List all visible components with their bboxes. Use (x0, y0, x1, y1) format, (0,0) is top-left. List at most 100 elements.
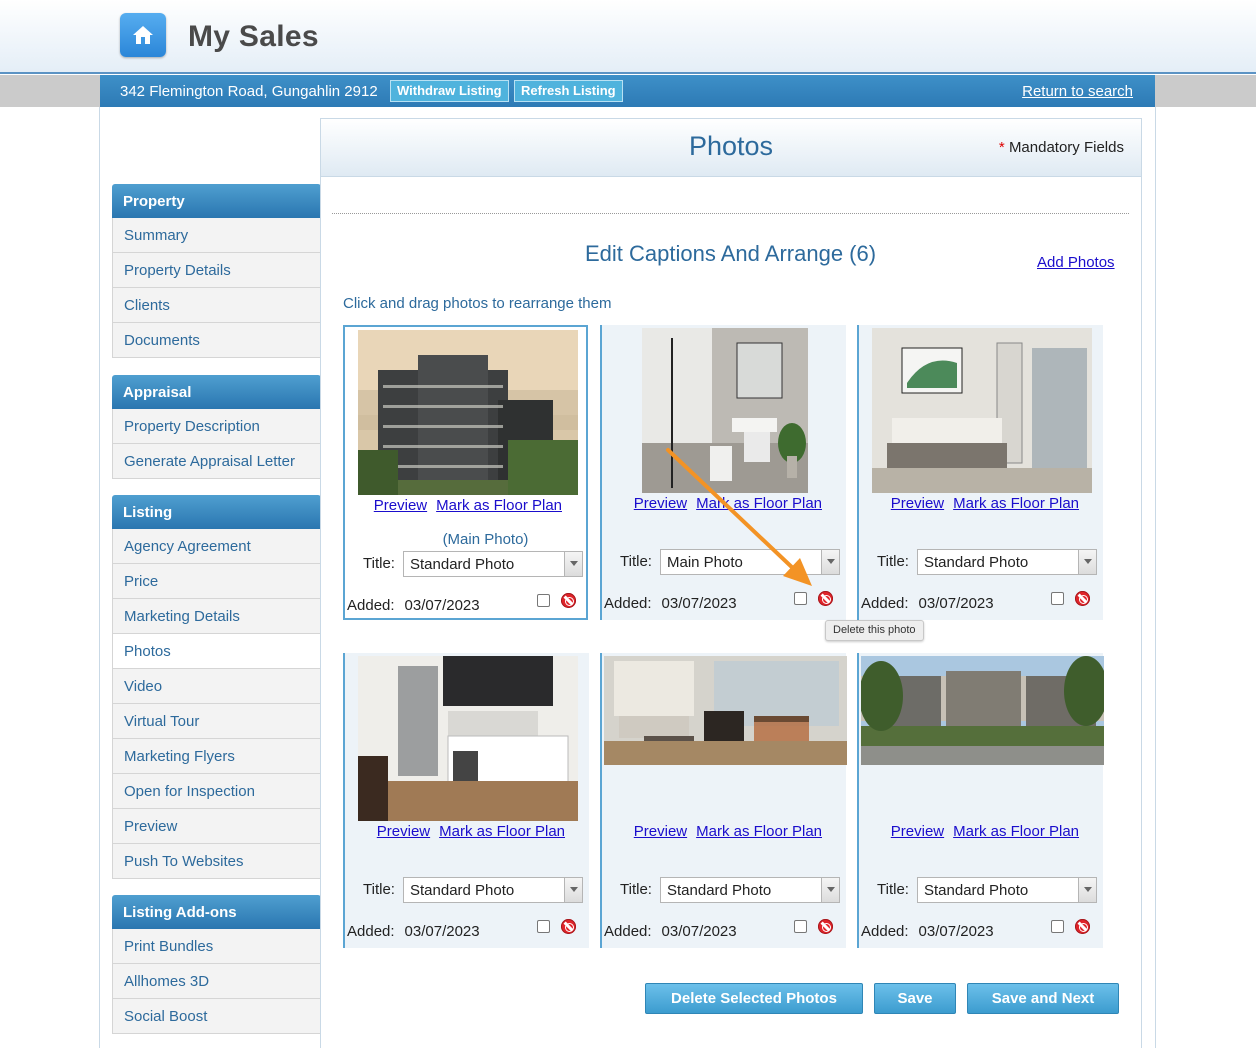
delete-photo-icon[interactable] (1075, 919, 1090, 934)
sidebar-item-social-boost[interactable]: Social Boost (112, 999, 321, 1034)
photo-title-select[interactable]: Standard Photo (660, 877, 840, 903)
added-date-value: 03/07/2023 (661, 923, 737, 940)
photo-thumbnail[interactable] (604, 656, 847, 765)
delete-photo-icon[interactable] (818, 919, 833, 934)
sidebar-item-summary[interactable]: Summary (112, 218, 321, 253)
delete-photo-icon[interactable] (818, 591, 833, 606)
photo-title-value: Standard Photo (410, 882, 515, 899)
sidebar-item-clients[interactable]: Clients (112, 288, 321, 323)
photo-title-select[interactable]: Main Photo (660, 549, 840, 575)
select-photo-checkbox[interactable] (1051, 920, 1064, 933)
sidebar-item-open-for-inspection[interactable]: Open for Inspection (112, 774, 321, 809)
sidebar-item-property-details[interactable]: Property Details (112, 253, 321, 288)
mark-floor-plan-link[interactable]: Mark as Floor Plan (953, 823, 1079, 840)
added-label: Added: (604, 595, 652, 612)
photo-title-label: Title: (620, 553, 652, 570)
sidebar-item-property-description[interactable]: Property Description (112, 409, 321, 444)
chevron-down-icon[interactable] (564, 552, 582, 576)
chevron-down-icon[interactable] (821, 550, 839, 574)
photo-title-select[interactable]: Standard Photo (917, 549, 1097, 575)
sidebar-section-title: Appraisal (112, 375, 321, 409)
photo-title-label: Title: (877, 881, 909, 898)
select-photo-checkbox[interactable] (1051, 592, 1064, 605)
select-photo-checkbox[interactable] (537, 920, 550, 933)
select-photo-checkbox[interactable] (794, 920, 807, 933)
drag-instructions: Click and drag photos to rearrange them (343, 295, 612, 312)
sidebar-item-photos[interactable]: Photos (112, 634, 321, 669)
photo-card[interactable]: Preview Mark as Floor Plan (Main Photo) Tit… (343, 325, 588, 620)
sidebar-section-title: Listing (112, 495, 321, 529)
photo-card[interactable]: Preview Mark as Floor Plan Title: Main Phot… (600, 325, 846, 620)
photo-thumbnail[interactable] (642, 328, 808, 493)
mark-floor-plan-link[interactable]: Mark as Floor Plan (953, 495, 1079, 512)
sidebar-item-marketing-details[interactable]: Marketing Details (112, 599, 321, 634)
added-label: Added: (604, 923, 652, 940)
home-icon[interactable] (120, 13, 166, 57)
sidebar-item-marketing-flyers[interactable]: Marketing Flyers (112, 739, 321, 774)
listing-address: 342 Flemington Road, Gungahlin 2912 (120, 83, 378, 100)
save-button[interactable]: Save (874, 983, 956, 1014)
photo-added-date: Added: 03/07/2023 (347, 597, 480, 614)
preview-link[interactable]: Preview (891, 495, 944, 512)
select-photo-checkbox[interactable] (794, 592, 807, 605)
photo-added-date: Added: 03/07/2023 (347, 923, 480, 940)
save-and-next-button[interactable]: Save and Next (967, 983, 1119, 1014)
photo-title-select[interactable]: Standard Photo (403, 551, 583, 577)
photo-thumbnail[interactable] (859, 656, 1108, 765)
chevron-down-icon[interactable] (1078, 550, 1096, 574)
sidebar-section: Appraisal Property Description Generate Ap… (112, 375, 321, 479)
photo-thumbnail[interactable] (358, 330, 578, 495)
added-label: Added: (347, 923, 395, 940)
delete-photo-icon[interactable] (561, 593, 576, 608)
photo-title-value: Standard Photo (667, 882, 772, 899)
photo-card[interactable]: Preview Mark as Floor Plan Title: Standard … (343, 653, 589, 948)
app-title: My Sales (188, 20, 319, 53)
chevron-down-icon[interactable] (821, 878, 839, 902)
return-to-search-link[interactable]: Return to search (1022, 83, 1133, 100)
added-date-value: 03/07/2023 (404, 923, 480, 940)
sidebar-item-video[interactable]: Video (112, 669, 321, 704)
sidebar-section: Property Summary Property Details Clients Do… (112, 184, 321, 358)
delete-selected-photos-button[interactable]: Delete Selected Photos (645, 983, 863, 1014)
photo-title-label: Title: (363, 555, 395, 572)
photo-title-select[interactable]: Standard Photo (917, 877, 1097, 903)
select-photo-checkbox[interactable] (537, 594, 550, 607)
photo-thumbnail[interactable] (358, 656, 578, 821)
added-label: Added: (861, 595, 909, 612)
refresh-listing-button[interactable]: Refresh Listing (514, 80, 623, 102)
preview-link[interactable]: Preview (374, 497, 427, 514)
chevron-down-icon[interactable] (1078, 878, 1096, 902)
sidebar-item-allhomes-3d[interactable]: Allhomes 3D (112, 964, 321, 999)
delete-photo-tooltip: Delete this photo (825, 620, 924, 641)
photo-card[interactable]: Preview Mark as Floor Plan Title: Standard … (857, 325, 1103, 620)
sidebar-item-documents[interactable]: Documents (112, 323, 321, 358)
sidebar-item-price[interactable]: Price (112, 564, 321, 599)
preview-link[interactable]: Preview (634, 823, 687, 840)
mark-floor-plan-link[interactable]: Mark as Floor Plan (696, 495, 822, 512)
photo-added-date: Added: 03/07/2023 (861, 595, 994, 612)
mark-floor-plan-link[interactable]: Mark as Floor Plan (436, 497, 562, 514)
sidebar-item-print-bundles[interactable]: Print Bundles (112, 929, 321, 964)
photo-card[interactable]: Preview Mark as Floor Plan Title: Standard … (600, 653, 847, 948)
preview-link[interactable]: Preview (634, 495, 687, 512)
mark-floor-plan-link[interactable]: Mark as Floor Plan (696, 823, 822, 840)
sidebar-section-title: Listing Add-ons (112, 895, 321, 929)
sidebar-item-preview[interactable]: Preview (112, 809, 321, 844)
photo-title-label: Title: (620, 881, 652, 898)
photo-thumbnail[interactable] (872, 328, 1092, 493)
chevron-down-icon[interactable] (564, 878, 582, 902)
delete-photo-icon[interactable] (1075, 591, 1090, 606)
sidebar-item-push-to-websites[interactable]: Push To Websites (112, 844, 321, 879)
delete-photo-icon[interactable] (561, 919, 576, 934)
sidebar-section: Listing Agency Agreement Price Marketing De… (112, 495, 321, 879)
mark-floor-plan-link[interactable]: Mark as Floor Plan (439, 823, 565, 840)
photo-card[interactable]: Preview Mark as Floor Plan Title: Standard … (857, 653, 1108, 948)
sidebar-item-generate-appraisal-letter[interactable]: Generate Appraisal Letter (112, 444, 321, 479)
withdraw-listing-button[interactable]: Withdraw Listing (390, 80, 509, 102)
sidebar-item-virtual-tour[interactable]: Virtual Tour (112, 704, 321, 739)
preview-link[interactable]: Preview (377, 823, 430, 840)
preview-link[interactable]: Preview (891, 823, 944, 840)
sidebar-item-agency-agreement[interactable]: Agency Agreement (112, 529, 321, 564)
add-photos-link[interactable]: Add Photos (1037, 254, 1115, 271)
photo-title-select[interactable]: Standard Photo (403, 877, 583, 903)
